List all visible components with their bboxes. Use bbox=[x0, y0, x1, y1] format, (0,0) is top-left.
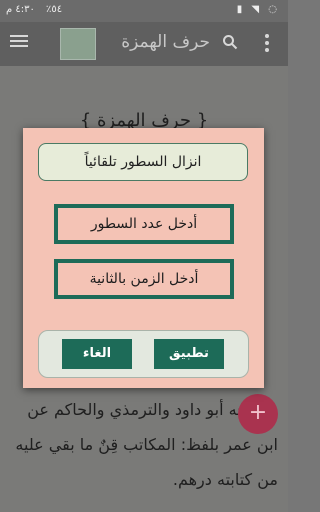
search-icon[interactable] bbox=[222, 34, 238, 50]
lines-count-field[interactable]: أدخل عدد السطور bbox=[54, 204, 234, 244]
seconds-field[interactable]: أدخل الزمن بالثانية bbox=[54, 259, 234, 299]
cancel-button[interactable]: الغاء bbox=[62, 339, 132, 369]
more-options-icon[interactable] bbox=[265, 34, 269, 55]
battery-indicator: ٪٥٤ bbox=[46, 4, 63, 15]
apply-button[interactable]: تطبيق bbox=[154, 339, 224, 369]
menu-icon[interactable] bbox=[10, 32, 28, 48]
auto-scroll-dialog: انزال السطور تلقائياً أدخل عدد السطور أد… bbox=[23, 128, 264, 388]
status-bar: ٤:٣٠ م ٪٥٤ ▮ ◥ ◌ bbox=[0, 0, 288, 22]
dialog-button-bar: الغاء تطبيق bbox=[38, 330, 249, 378]
app-bar: حرف الهمزة bbox=[0, 22, 288, 66]
add-fab-button[interactable]: + bbox=[238, 394, 278, 434]
dialog-title: انزال السطور تلقائياً bbox=[38, 143, 248, 181]
page-title: حرف الهمزة bbox=[121, 32, 210, 52]
status-icons: ▮ ◥ ◌ bbox=[236, 4, 280, 15]
app-logo bbox=[60, 28, 96, 60]
status-time: ٤:٣٠ م bbox=[6, 4, 35, 15]
